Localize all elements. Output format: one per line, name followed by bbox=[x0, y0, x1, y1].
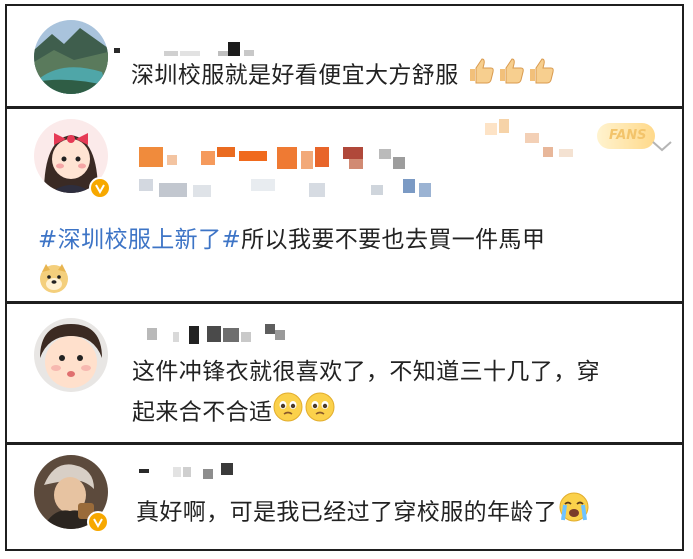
thumbs-up-icon bbox=[496, 55, 526, 97]
verified-badge-icon bbox=[89, 177, 111, 199]
comment-line-1: 这件冲锋衣就很喜欢了，不知道三十几了，穿 bbox=[132, 359, 600, 385]
loudly-crying-face-icon bbox=[557, 490, 591, 536]
comment-card-3: 这件冲锋衣就很喜欢了，不知道三十几了，穿 起来合不合适 bbox=[5, 302, 684, 444]
comment-body: 所以我要不要也去買一件馬甲 bbox=[241, 227, 546, 253]
username-pixelated[interactable] bbox=[139, 147, 439, 177]
comment-text: 深圳校服就是好看便宜大方舒服 bbox=[131, 55, 556, 97]
username-pixelated[interactable] bbox=[147, 324, 317, 348]
comment-card-2: FANS #深圳校服上新了#所以我要不要也去買一件馬甲 bbox=[5, 107, 684, 303]
comment-line-2: 起来合不合适 bbox=[132, 391, 600, 435]
chevron-down-icon[interactable] bbox=[651, 139, 673, 153]
thumbs-up-icon bbox=[466, 55, 496, 97]
post-meta-pixelated bbox=[139, 179, 439, 203]
comment-line-2-text: 起来合不合适 bbox=[132, 399, 273, 426]
fans-badge-label: FANS bbox=[609, 128, 647, 143]
pleading-face-icon bbox=[272, 391, 304, 435]
comment-body: 深圳校服就是好看便宜大方舒服 bbox=[131, 62, 459, 89]
username-pixelated[interactable] bbox=[139, 461, 259, 483]
user-avatar[interactable] bbox=[34, 20, 108, 94]
comment-body: 真好啊，可是我已经过了穿校服的年龄了 bbox=[136, 499, 558, 526]
hashtag-link[interactable]: #深圳校服上新了# bbox=[38, 227, 241, 253]
doge-icon bbox=[38, 262, 70, 298]
verified-badge-icon bbox=[87, 511, 109, 533]
comment-text: #深圳校服上新了#所以我要不要也去買一件馬甲 bbox=[38, 222, 545, 259]
comment-card-1: 深圳校服就是好看便宜大方舒服 bbox=[5, 4, 684, 108]
user-avatar[interactable] bbox=[34, 318, 108, 392]
comment-text: 这件冲锋衣就很喜欢了，不知道三十几了，穿 起来合不合适 bbox=[132, 354, 600, 435]
thumbs-up-icon bbox=[526, 55, 556, 97]
comment-text: 真好啊，可是我已经过了穿校服的年龄了 bbox=[136, 490, 591, 536]
pleading-face-icon bbox=[304, 391, 336, 435]
username-pixelated[interactable] bbox=[114, 42, 264, 56]
comment-card-4: 真好啊，可是我已经过了穿校服的年龄了 bbox=[5, 443, 684, 551]
badge-pixelated bbox=[485, 119, 595, 159]
